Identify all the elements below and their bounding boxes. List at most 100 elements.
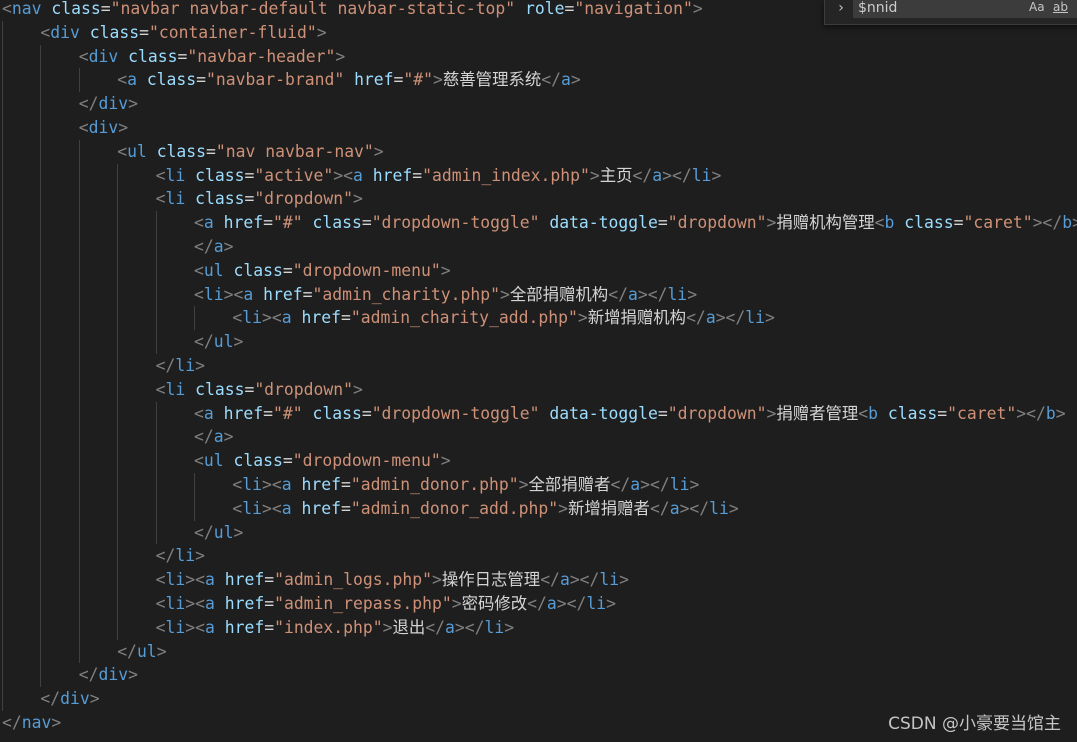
- code-line[interactable]: <li><a href="admin_charity.php">全部捐赠机构</…: [192, 283, 697, 307]
- code-token: >: [51, 713, 62, 732]
- code-editor[interactable]: <nav class="navbar navbar-default navbar…: [0, 0, 1077, 742]
- code-token: a: [213, 237, 224, 256]
- code-line[interactable]: <li><a href="index.php">退出</a></li>: [154, 616, 515, 640]
- code-line[interactable]: <a href="#" class="dropdown-toggle" data…: [192, 402, 1066, 426]
- code-token: href: [354, 70, 394, 90]
- code-token: a: [281, 498, 292, 518]
- code-token: li: [165, 570, 186, 590]
- code-token: li: [667, 284, 688, 304]
- code-line[interactable]: </li>: [154, 354, 205, 378]
- code-token: </: [78, 665, 99, 685]
- code-token: li: [586, 594, 607, 613]
- code-line[interactable]: <li><a href="admin_donor_add.php">新增捐赠者<…: [230, 497, 738, 521]
- code-token: li: [242, 475, 263, 494]
- code-line[interactable]: </ul>: [192, 330, 243, 354]
- code-token: a: [281, 308, 292, 328]
- code-token: >: [711, 165, 722, 185]
- code-token: li: [165, 189, 186, 209]
- code-token: li: [165, 165, 186, 185]
- code-token: >: [728, 498, 739, 518]
- code-token: =: [341, 498, 351, 518]
- code-line[interactable]: <li class="active"><a href="admin_index.…: [154, 164, 722, 188]
- code-token: href: [372, 165, 413, 185]
- code-line[interactable]: <div class="navbar-header">: [77, 45, 345, 69]
- code-token: 新增捐赠机构: [587, 308, 687, 328]
- code-token: =: [953, 213, 964, 233]
- code-token: ><: [185, 594, 205, 613]
- code-token: data-toggle: [549, 213, 658, 233]
- code-token: 慈善管理系统: [442, 70, 542, 90]
- code-token: =: [393, 70, 404, 90]
- code-token: "nav navbar-nav": [215, 141, 374, 161]
- code-line[interactable]: </ul>: [192, 521, 243, 545]
- code-token: ></: [569, 570, 600, 590]
- code-token: ></: [679, 498, 710, 518]
- code-line[interactable]: <li><a href="admin_charity_add.php">新增捐赠…: [230, 306, 775, 330]
- chevron-right-icon[interactable]: ›: [831, 0, 851, 20]
- code-line[interactable]: <li class="dropdown">: [154, 187, 363, 211]
- code-token: a: [203, 403, 214, 423]
- indent-guide: [155, 401, 157, 545]
- code-token: =: [282, 451, 293, 471]
- code-line[interactable]: <li class="dropdown">: [154, 378, 363, 402]
- code-token: <: [155, 570, 166, 590]
- match-whole-word-toggle[interactable]: ab: [1053, 0, 1068, 16]
- code-token: </: [40, 689, 61, 709]
- code-line[interactable]: </a>: [192, 425, 234, 449]
- code-line[interactable]: <div>: [77, 116, 128, 140]
- code-line[interactable]: <div class="container-fluid">: [38, 21, 326, 45]
- code-token: </: [541, 70, 561, 90]
- code-line[interactable]: </ul>: [115, 640, 166, 664]
- code-line[interactable]: </div>: [77, 92, 138, 116]
- code-token: role: [525, 0, 565, 18]
- code-token: >: [499, 284, 510, 304]
- code-token: >: [353, 379, 363, 399]
- code-token: "admin_donor.php": [350, 475, 519, 494]
- code-token: >: [606, 594, 616, 613]
- code-token: 操作日志管理: [441, 570, 541, 590]
- code-token: li: [165, 379, 186, 399]
- code-token: class: [312, 403, 362, 423]
- code-token: <: [232, 475, 243, 494]
- code-line[interactable]: </div>: [77, 663, 138, 687]
- code-token: "caret": [963, 213, 1033, 233]
- code-line[interactable]: </a>: [192, 235, 234, 259]
- code-token: =: [263, 403, 273, 423]
- code-token: <: [155, 594, 166, 613]
- code-token: <: [2, 0, 12, 18]
- code-token: 新增捐赠者: [567, 498, 650, 518]
- code-token: <: [40, 22, 51, 42]
- code-token: </: [78, 94, 99, 114]
- code-token: li: [175, 546, 196, 566]
- code-line[interactable]: </div>: [38, 687, 99, 711]
- code-token: >: [518, 475, 529, 494]
- code-token: =: [341, 475, 351, 494]
- code-token: </: [632, 165, 653, 185]
- code-token: ></: [715, 308, 746, 328]
- code-line[interactable]: <ul class="dropdown-menu">: [192, 259, 451, 283]
- code-token: >: [451, 594, 462, 613]
- code-token: 全部捐赠者: [528, 475, 611, 494]
- code-token: ><: [262, 498, 282, 518]
- code-token: "dropdown-menu": [292, 260, 441, 280]
- code-token: >: [619, 570, 630, 590]
- code-line[interactable]: <ul class="nav navbar-nav">: [115, 140, 383, 164]
- code-token: li: [691, 165, 712, 185]
- code-token: ul: [213, 522, 234, 542]
- code-line[interactable]: <a href="#" class="dropdown-toggle" data…: [192, 211, 1077, 235]
- code-line[interactable]: <nav class="navbar navbar-default navbar…: [0, 0, 703, 21]
- code-line[interactable]: </nav>: [0, 711, 61, 735]
- code-token: href: [301, 308, 341, 328]
- match-case-toggle[interactable]: Aa: [1029, 0, 1045, 16]
- code-line[interactable]: <li><a href="admin_donor.php">全部捐赠者</a><…: [230, 473, 699, 497]
- code-line[interactable]: <ul class="dropdown-menu">: [192, 449, 451, 473]
- code-line[interactable]: <li><a href="admin_repass.php">密码修改</a><…: [154, 592, 616, 616]
- code-token: b: [884, 213, 895, 233]
- code-token: ><: [223, 284, 244, 304]
- code-token: li: [709, 498, 729, 518]
- code-line[interactable]: </li>: [154, 544, 205, 568]
- code-line[interactable]: <a class="navbar-brand" href="#">慈善管理系统<…: [115, 68, 581, 92]
- code-line[interactable]: <li><a href="admin_logs.php">操作日志管理</a><…: [154, 568, 629, 592]
